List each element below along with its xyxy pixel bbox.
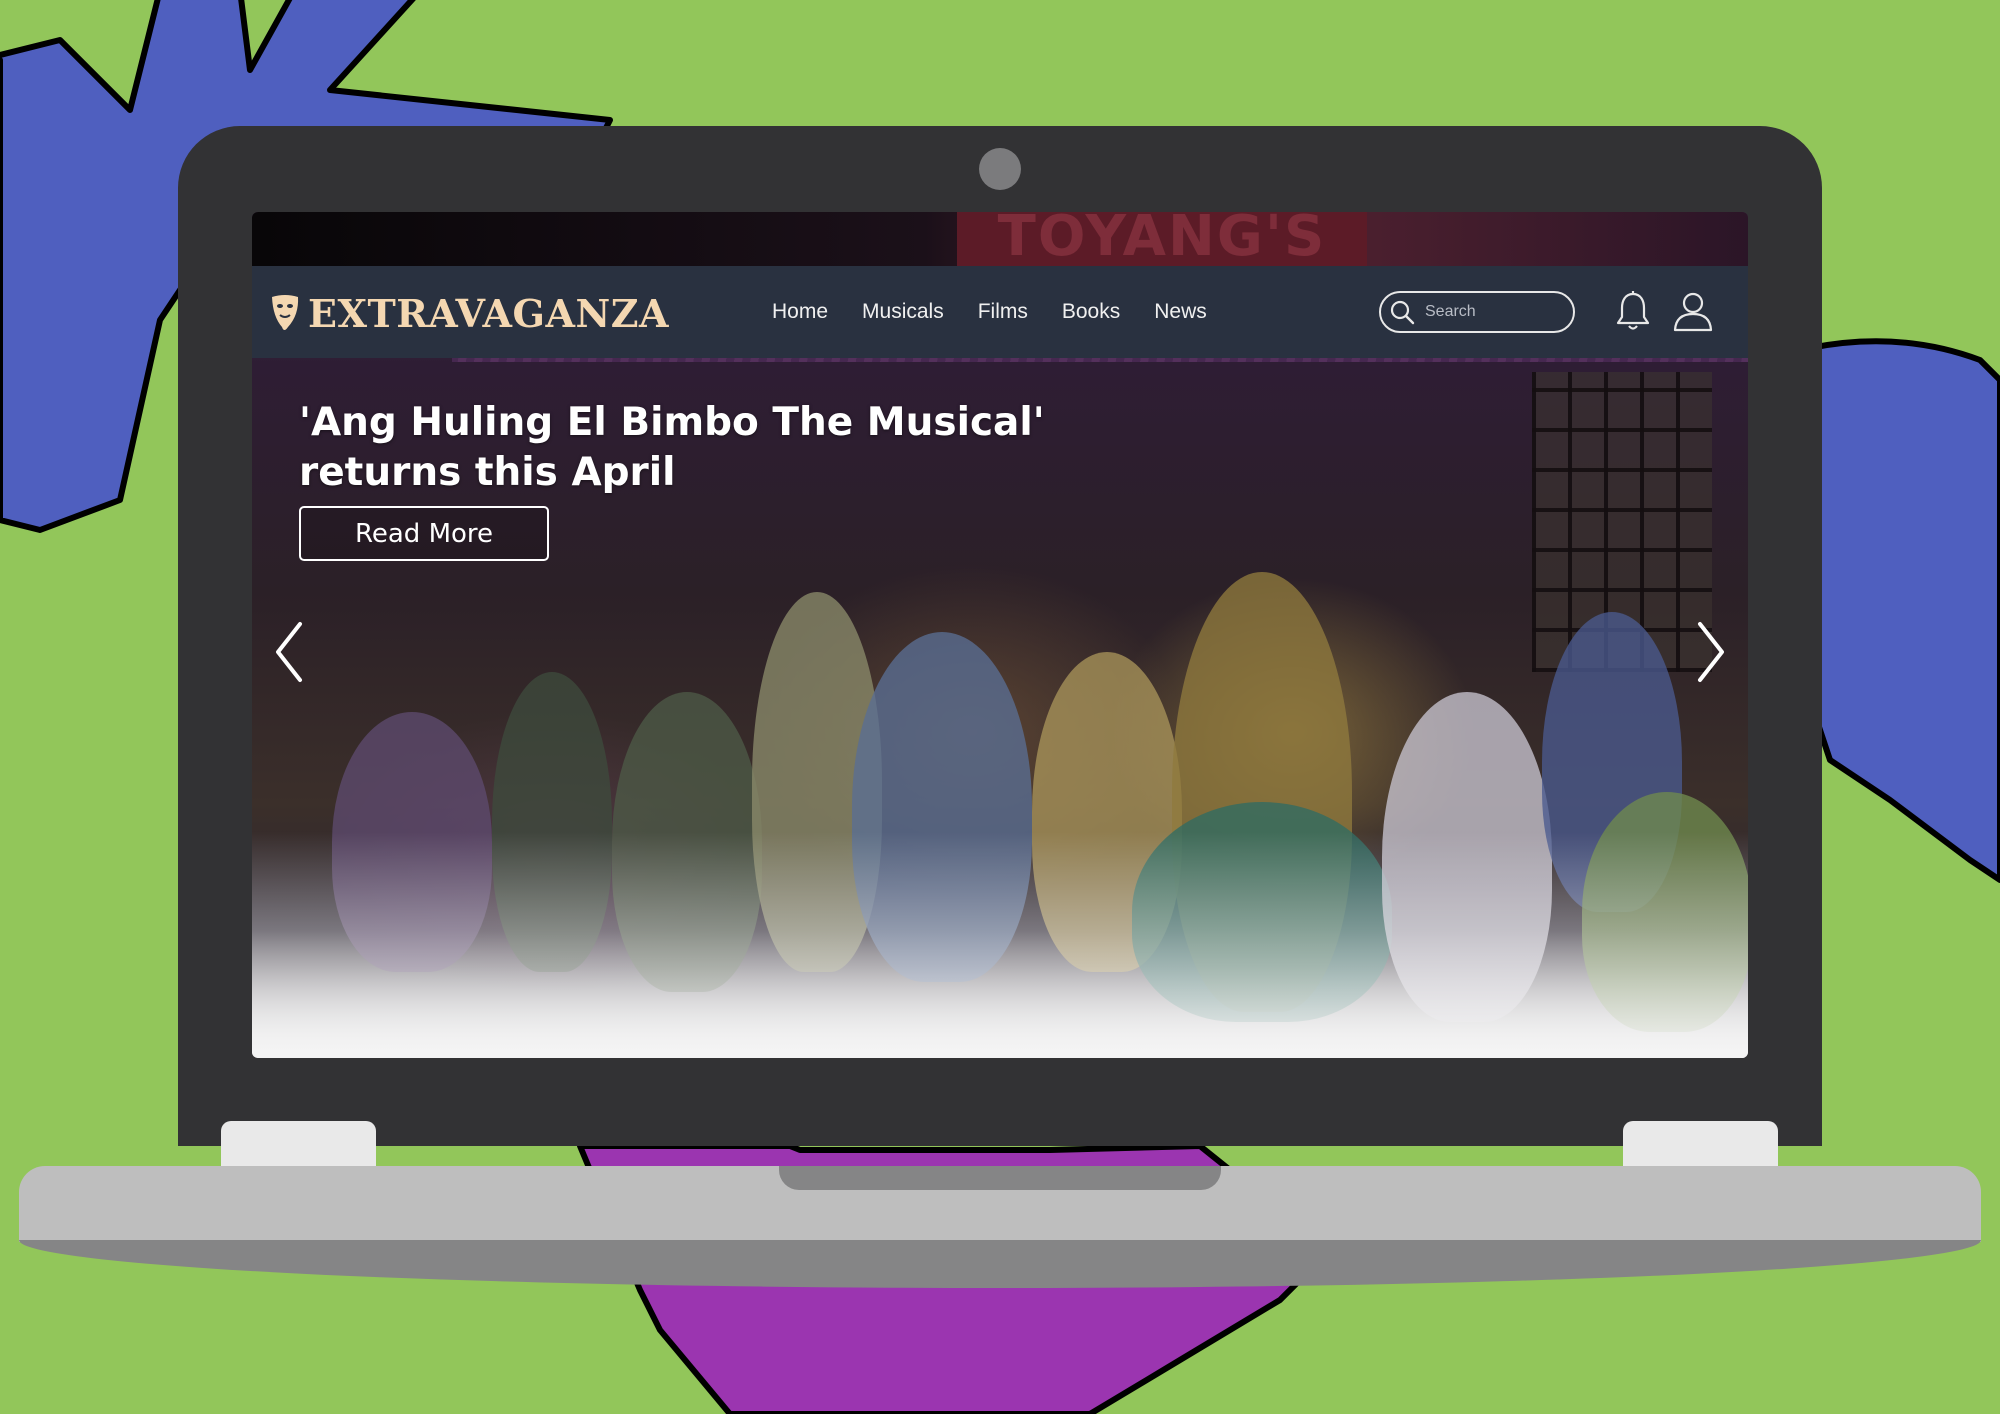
nav-link-home[interactable]: Home [772, 300, 828, 324]
bell-icon[interactable] [1615, 290, 1651, 332]
top-navbar: EXTRAVAGANZA Home Musicals Films Books N… [252, 266, 1748, 358]
nav-link-news[interactable]: News [1154, 300, 1207, 324]
brand-logo[interactable]: EXTRAVAGANZA [270, 290, 669, 336]
stage-sign: TOYANG'S CANTEEN [957, 212, 1367, 324]
user-icon[interactable] [1672, 290, 1714, 332]
hero-headline: 'Ang Huling El Bimbo The Musical' return… [299, 400, 1045, 495]
theater-mask-icon [272, 295, 299, 330]
search-box[interactable] [1379, 291, 1575, 333]
search-input[interactable] [1423, 302, 1567, 322]
blue-splash-right [1807, 338, 2000, 883]
nav-link-books[interactable]: Books [1062, 300, 1120, 324]
nav-link-films[interactable]: Films [978, 300, 1028, 324]
main-nav: Home Musicals Films Books News [772, 266, 1207, 358]
chevron-left-icon[interactable] [270, 620, 310, 684]
hero-fade [252, 832, 1748, 1058]
laptop-screen: TOYANG'S CANTEEN EXTRAVAGANZA Home Music… [252, 212, 1748, 1058]
search-icon [1390, 300, 1415, 325]
chevron-right-icon[interactable] [1690, 620, 1730, 684]
nav-link-musicals[interactable]: Musicals [862, 300, 944, 324]
read-more-button[interactable]: Read More [299, 506, 549, 561]
brand-name: EXTRAVAGANZA [308, 290, 669, 336]
webcam [979, 148, 1021, 190]
laptop-notch [779, 1166, 1221, 1190]
